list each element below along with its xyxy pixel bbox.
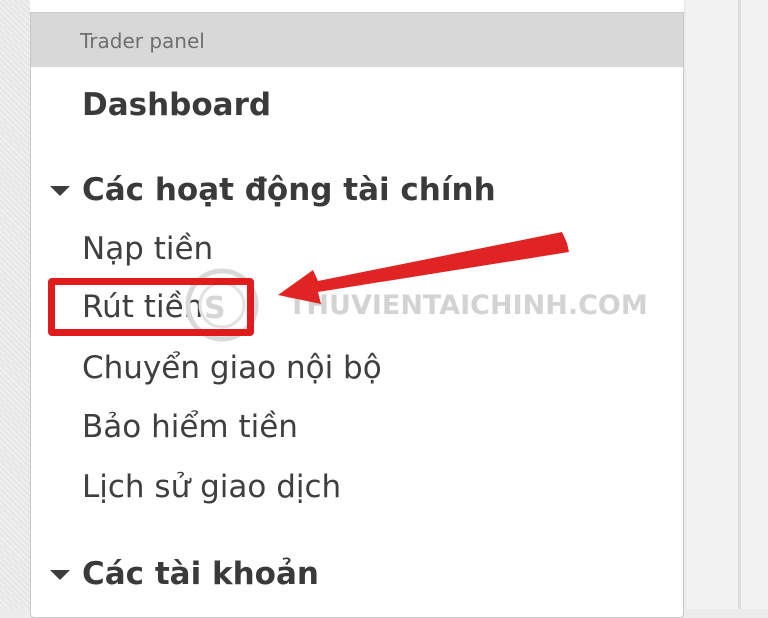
red-arrow-icon <box>278 232 569 304</box>
